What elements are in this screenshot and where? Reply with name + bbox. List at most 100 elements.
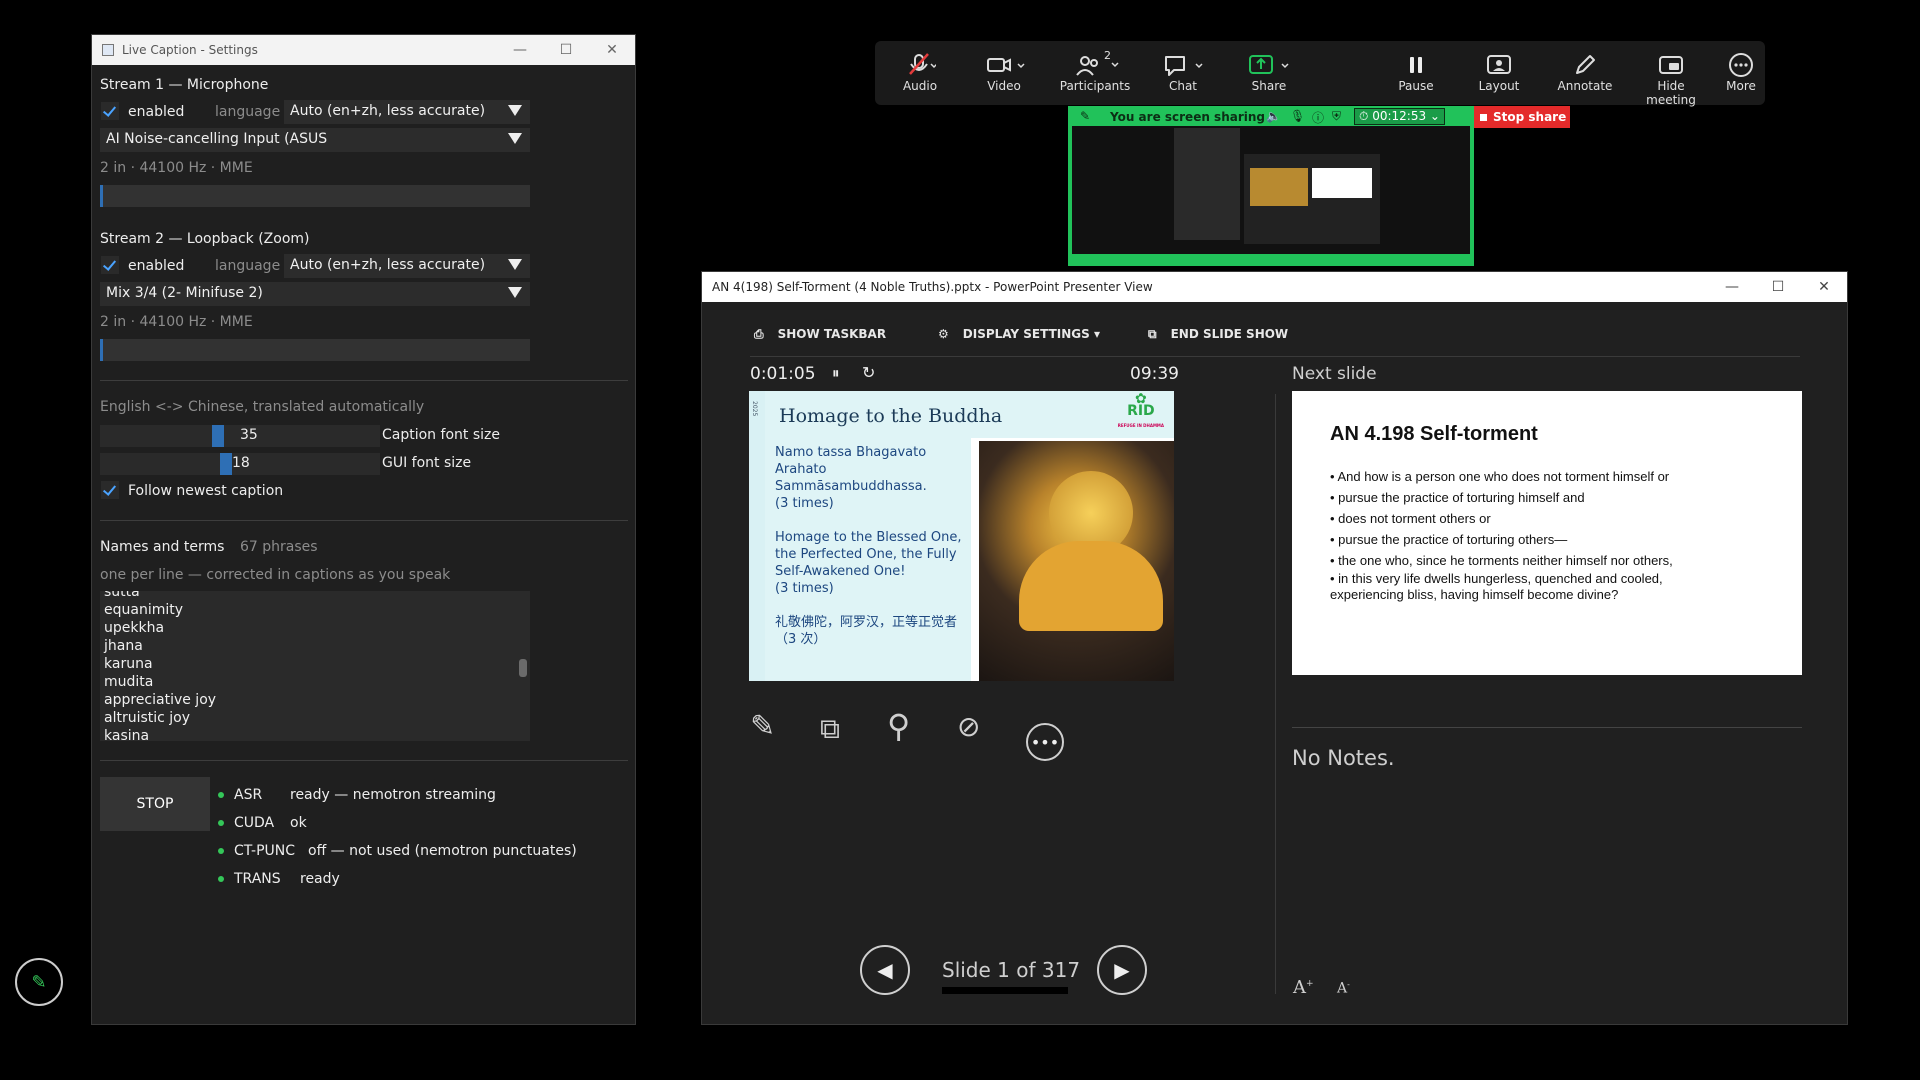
- annotate-button[interactable]: Annotate: [1545, 51, 1625, 93]
- slide-counter[interactable]: Slide 1 of 317: [942, 958, 1080, 982]
- maximize-button[interactable]: ☐: [543, 42, 589, 58]
- caption-font-label: Caption font size: [382, 427, 500, 443]
- increase-text-icon[interactable]: A+: [1293, 977, 1314, 998]
- term-item: karuna: [104, 656, 153, 672]
- hide-meeting-button[interactable]: Hide meeting: [1631, 51, 1711, 107]
- speaker-notes[interactable]: No Notes.: [1292, 746, 1395, 770]
- follow-newest-label: Follow newest caption: [128, 483, 284, 499]
- close-button[interactable]: ✕: [1801, 279, 1847, 295]
- next-slide-label: Next slide: [1292, 364, 1377, 384]
- previous-slide-button[interactable]: ◀: [860, 945, 910, 995]
- status-key: CT-PUNC: [234, 843, 296, 859]
- layout-button[interactable]: Layout: [1459, 51, 1539, 93]
- bullet: in this very life dwells hungerless, que…: [1330, 571, 1730, 603]
- slide-title: Homage to the Buddha: [779, 405, 1003, 427]
- logo-text: RID: [1127, 403, 1155, 419]
- logo: ✿ RID REFUGE IN DHAMMA: [1117, 391, 1164, 428]
- more-button[interactable]: More: [1719, 51, 1763, 93]
- translate-note: English <-> Chinese, translated automati…: [100, 399, 425, 415]
- display-settings-icon: ⚙: [938, 327, 949, 341]
- next-slide-preview[interactable]: AN 4.198 Self-torment And how is a perso…: [1292, 391, 1802, 675]
- pause-button[interactable]: Pause: [1376, 51, 1456, 93]
- pencil-icon: ✎: [31, 971, 47, 993]
- show-taskbar-button[interactable]: ⎙ SHOW TASKBAR: [754, 327, 886, 342]
- status-value: off — not used (nemotron punctuates): [308, 843, 577, 859]
- gui-font-slider[interactable]: 18: [100, 453, 380, 475]
- video-button[interactable]: Video: [964, 51, 1044, 93]
- pane-divider[interactable]: [1275, 394, 1276, 994]
- preview-window: [1174, 128, 1240, 240]
- sharing-timer[interactable]: ⏱ 00:12:53 ⌄: [1354, 108, 1445, 125]
- screen-sharing-bar: ✎ You are screen sharing 🔈 🎙 ⓘ ⛨ ⏱ 00:12…: [1068, 106, 1474, 128]
- zoom-meeting-toolbar: Audio Video 2 Participants Chat Share Pa…: [875, 41, 1765, 107]
- presenter-view-window: AN 4(198) Self-Torment (4 Noble Truths).…: [701, 271, 1848, 1025]
- hide-meeting-icon: [1659, 56, 1683, 74]
- caption-font-slider[interactable]: 35: [100, 425, 380, 447]
- pause-timer-icon[interactable]: ⏸: [832, 364, 840, 382]
- gui-font-value: 18: [232, 455, 250, 471]
- mic-icon[interactable]: 🎙: [1290, 109, 1305, 123]
- slider-thumb[interactable]: [220, 453, 232, 475]
- divider: [1292, 727, 1802, 728]
- english-line: Self-Awakened One!: [775, 564, 906, 579]
- slider-thumb[interactable]: [212, 425, 224, 447]
- floating-pen-button[interactable]: ✎: [15, 958, 63, 1006]
- participants-button[interactable]: 2 Participants: [1055, 49, 1135, 93]
- timer-value: 00:12:53: [1372, 109, 1427, 123]
- stream1-enabled-checkbox[interactable]: [101, 102, 119, 120]
- maximize-button[interactable]: ☐: [1755, 279, 1801, 295]
- scrollbar[interactable]: [519, 659, 527, 677]
- terms-textarea[interactable]: sutta equanimity upekkha jhana karuna mudita a…: [100, 591, 530, 741]
- restart-timer-icon[interactable]: ↻: [862, 363, 875, 382]
- more-options-icon[interactable]: •••: [1026, 723, 1064, 761]
- follow-newest-checkbox[interactable]: [101, 481, 119, 499]
- pause-label: Pause: [1398, 79, 1434, 93]
- info-icon[interactable]: ⓘ: [1312, 109, 1324, 126]
- speaker-icon[interactable]: 🔈: [1266, 109, 1281, 123]
- zoom-slide-icon[interactable]: ⚲: [887, 707, 910, 745]
- preview-window: [1244, 154, 1380, 244]
- minimize-button[interactable]: —: [1709, 279, 1755, 295]
- stream1-language-select[interactable]: Auto (en+zh, less accurate): [284, 100, 530, 124]
- stop-button[interactable]: STOP: [100, 777, 210, 831]
- caption-font-value: 35: [240, 427, 258, 443]
- chat-button[interactable]: Chat: [1143, 51, 1223, 93]
- close-button[interactable]: ✕: [589, 42, 635, 58]
- black-screen-icon[interactable]: ⊘: [957, 710, 980, 743]
- terms-hint: one per line — corrected in captions as …: [100, 567, 451, 583]
- pali-line: Arahato: [775, 462, 827, 477]
- pali-line: Namo tassa Bhagavato: [775, 445, 927, 460]
- display-settings-button[interactable]: ⚙ DISPLAY SETTINGS ▾: [938, 327, 1100, 341]
- dropdown-arrow-icon: [508, 287, 522, 298]
- participants-count: 2: [1104, 49, 1111, 62]
- share-button[interactable]: Share: [1229, 51, 1309, 93]
- end-show-label: END SLIDE SHOW: [1170, 327, 1289, 341]
- pen-tool-icon[interactable]: ✎: [750, 709, 775, 744]
- window-title: Live Caption - Settings: [122, 43, 258, 57]
- stream2-language-select[interactable]: Auto (en+zh, less accurate): [284, 254, 530, 278]
- show-taskbar-label: SHOW TASKBAR: [777, 327, 887, 341]
- chat-icon: [1165, 56, 1203, 76]
- next-slide-bullets: And how is a person one who does not tor…: [1330, 466, 1730, 603]
- stream1-language-label: language: [215, 104, 281, 120]
- minimize-button[interactable]: —: [497, 42, 543, 58]
- mic-muted-icon: [909, 53, 936, 75]
- decrease-text-icon[interactable]: A-: [1337, 980, 1350, 997]
- taskbar-icon: ⎙: [754, 327, 764, 341]
- chinese-line: （3 次）: [775, 632, 827, 647]
- layout-icon: [1487, 55, 1511, 74]
- current-slide[interactable]: 2025 Homage to the Buddha ✿ RID REFUGE IN …: [749, 391, 1174, 681]
- stream1-enabled-label: enabled: [128, 104, 185, 120]
- audio-label: Audio: [902, 79, 938, 93]
- stream2-device-select[interactable]: Mix 3/4 (2- Minifuse 2): [100, 282, 530, 306]
- buddha-image: [979, 441, 1174, 681]
- next-slide-button[interactable]: ▶: [1097, 945, 1147, 995]
- status-row: ASR ready — nemotron streaming: [218, 787, 496, 803]
- shield-icon[interactable]: ⛨: [1332, 109, 1341, 124]
- audio-button[interactable]: Audio: [880, 51, 960, 93]
- stream1-device-select[interactable]: AI Noise-cancelling Input (ASUS: [100, 128, 530, 152]
- stream2-enabled-checkbox[interactable]: [101, 256, 119, 274]
- stop-share-button[interactable]: Stop share: [1474, 106, 1570, 128]
- see-all-slides-icon[interactable]: ⧉: [820, 712, 840, 746]
- end-slide-show-button[interactable]: ⧉ END SLIDE SHOW: [1148, 327, 1288, 342]
